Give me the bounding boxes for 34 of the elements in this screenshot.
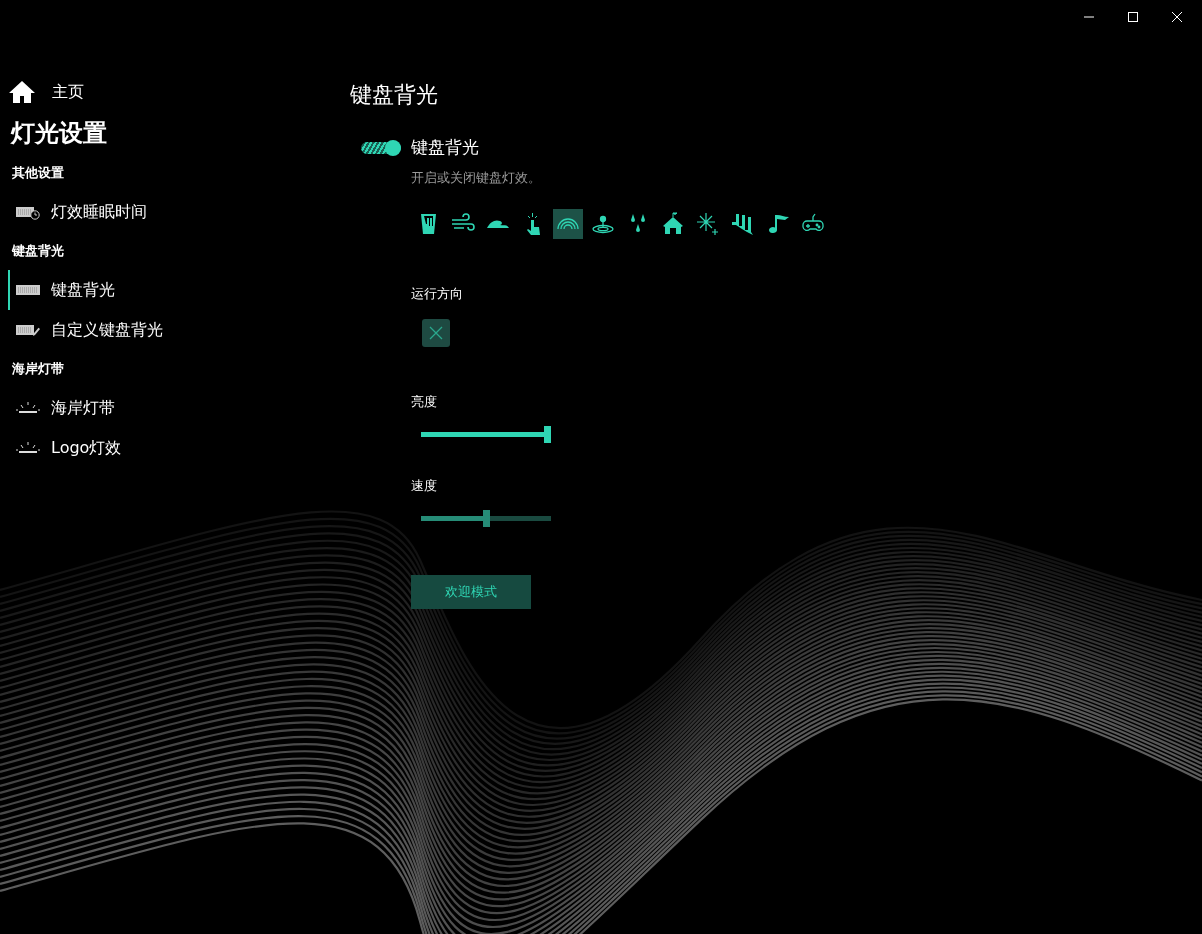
slider-label: 速度 — [411, 477, 438, 495]
toggle-description: 开启或关闭键盘灯效。 — [411, 169, 542, 187]
sidebar-item[interactable]: Logo灯效 — [8, 428, 210, 468]
toggle-label: 键盘背光 — [411, 136, 479, 159]
page-title: 键盘背光 — [350, 81, 439, 109]
sidebar-item[interactable]: 键盘背光 — [8, 270, 210, 310]
sidebar-item[interactable]: 自定义键盘背光 — [8, 310, 210, 350]
keyboard-icon — [15, 282, 41, 298]
cross-icon — [429, 326, 443, 340]
section-heading: 海岸灯带 — [12, 360, 65, 378]
sparkle-icon — [696, 212, 720, 236]
close-icon[interactable] — [1172, 12, 1182, 22]
keyboard-pen-icon — [15, 322, 41, 338]
rainbow-icon — [557, 218, 579, 230]
direction-button[interactable] — [422, 319, 450, 347]
effect-button[interactable] — [553, 209, 583, 239]
welcome-mode-button[interactable]: 欢迎模式 — [411, 575, 531, 609]
light-strip-icon — [15, 440, 41, 456]
section-heading: 键盘背光 — [12, 242, 65, 260]
direction-label: 运行方向 — [411, 285, 464, 303]
aurora-icon — [731, 212, 755, 236]
music-icon — [766, 212, 790, 236]
sidebar-title: 灯光设置 — [11, 118, 108, 149]
home-icon — [8, 80, 36, 104]
home-link[interactable]: 主页 — [8, 78, 330, 106]
slider-label: 亮度 — [411, 393, 438, 411]
slider-thumb[interactable] — [544, 426, 551, 443]
sidebar-item[interactable]: 灯效睡眠时间 — [8, 192, 210, 232]
toggle-switch[interactable] — [361, 141, 401, 154]
sidebar-item[interactable]: 海岸灯带 — [8, 388, 210, 428]
maximize-icon[interactable] — [1128, 12, 1138, 22]
section-heading: 其他设置 — [12, 164, 65, 182]
keyboard-clock-icon — [15, 204, 41, 220]
light-strip-icon — [15, 400, 41, 416]
